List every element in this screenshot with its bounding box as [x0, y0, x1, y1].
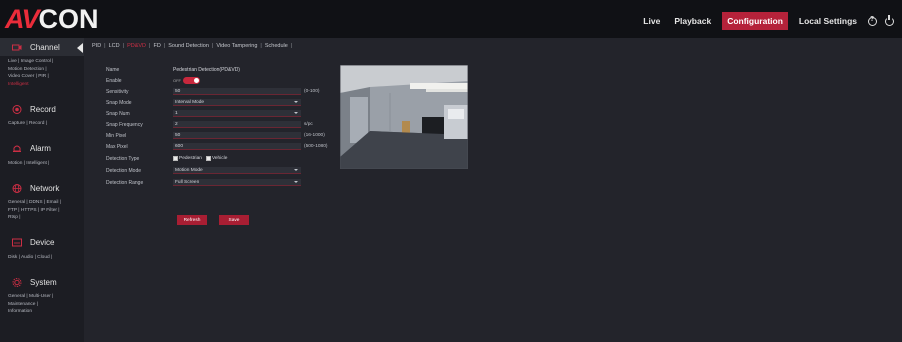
nav-configuration[interactable]: Configuration: [722, 12, 788, 30]
sidebar: Channel Live | Image Control | Motion De…: [0, 38, 84, 342]
sidebar-link[interactable]: Motion Detection |: [8, 66, 76, 74]
device-icon: [12, 238, 22, 247]
sidebar-link[interactable]: General | DDNS | Email |: [8, 199, 76, 207]
enable-off-text: OFF: [173, 78, 181, 83]
max-pixel-range: (500-1080): [304, 144, 328, 149]
collapse-sidebar-icon[interactable]: [77, 43, 83, 53]
tab-video-tampering[interactable]: Video Tampering: [216, 43, 257, 49]
tab-pid[interactable]: PID: [92, 43, 101, 49]
min-pixel-label: Min Pixel: [106, 132, 127, 139]
row-detection-range: Detection Range Full Screen: [106, 178, 406, 187]
record-icon: [12, 104, 22, 114]
logo-con-text: CON: [38, 3, 99, 34]
snap-num-select[interactable]: 1: [173, 110, 301, 117]
snap-mode-label: Snap Mode: [106, 99, 132, 106]
alarm-icon: [13, 145, 21, 152]
nav-playback[interactable]: Playback: [671, 13, 714, 29]
main-nav: Live Playback Configuration Local Settin…: [640, 11, 894, 31]
tab-bar: PID | LCD | PD&VD | FD | Sound Detection | Vi…: [92, 43, 293, 49]
min-pixel-range: (16-1000): [304, 133, 325, 138]
sidebar-link[interactable]: Motion | Intelligent |: [8, 160, 76, 168]
sidebar-section-title: Channel: [30, 42, 60, 52]
sidebar-section-network[interactable]: Network: [0, 179, 84, 197]
tab-fd[interactable]: FD: [153, 43, 160, 49]
nav-live[interactable]: Live: [640, 13, 663, 29]
tab-pdvd[interactable]: PD&VD: [127, 43, 146, 49]
sidebar-link[interactable]: Rtsp |: [8, 214, 76, 222]
system-icon: [12, 277, 22, 287]
sidebar-section-record[interactable]: Record: [0, 100, 84, 118]
tab-sound-detection[interactable]: Sound Detection: [168, 43, 209, 49]
network-icon: [12, 183, 22, 193]
sidebar-link[interactable]: General | Multi-User |: [8, 293, 76, 301]
sidebar-links-channel: Live | Image Control | Motion Detection …: [0, 56, 84, 92]
help-icon[interactable]: [868, 16, 877, 26]
sensitivity-input[interactable]: 50: [173, 88, 301, 95]
sidebar-link[interactable]: Capture | Record |: [8, 120, 76, 128]
detection-range-label: Detection Range: [106, 179, 144, 186]
enable-toggle[interactable]: [183, 77, 200, 84]
detection-mode-select[interactable]: Motion Mode: [173, 167, 301, 174]
snap-mode-select[interactable]: Interval Mode: [173, 99, 301, 106]
pedestrian-checkbox-label: Pedestrian: [179, 156, 202, 161]
snap-frequency-unit: s/pc: [304, 122, 313, 127]
snap-frequency-input[interactable]: 2: [173, 121, 301, 128]
snap-frequency-label: Snap Frequency: [106, 121, 143, 128]
sidebar-section-title: Network: [30, 183, 60, 193]
save-button[interactable]: Save: [219, 215, 249, 225]
sidebar-section-title: Device: [30, 238, 55, 247]
sidebar-section-title: Record: [30, 104, 56, 114]
pedestrian-checkbox[interactable]: Pedestrian: [173, 156, 202, 161]
sidebar-link-intelligent[interactable]: Intelligent: [8, 81, 76, 89]
sidebar-section-system[interactable]: System: [0, 273, 84, 291]
max-pixel-input[interactable]: 600: [173, 143, 301, 150]
sidebar-section-title: System: [30, 277, 57, 287]
sidebar-link[interactable]: Disk | Audio | Cloud |: [8, 254, 76, 262]
snap-num-label: Snap Num: [106, 110, 130, 117]
detection-type-label: Detection Type: [106, 155, 140, 162]
power-icon[interactable]: [885, 14, 894, 26]
sidebar-links-record: Capture | Record |: [0, 118, 84, 132]
sidebar-link[interactable]: FTP | HTTPS | IP Filter |: [8, 207, 76, 215]
sidebar-links-alarm: Motion | Intelligent |: [0, 158, 84, 172]
sidebar-link[interactable]: Live | Image Control |: [8, 58, 76, 66]
sidebar-section-device[interactable]: Device: [0, 234, 84, 252]
sensitivity-range: (0-100): [304, 89, 320, 94]
sidebar-section-title: Alarm: [30, 144, 51, 153]
main-panel: PID | LCD | PD&VD | FD | Sound Detection | Vi…: [84, 38, 902, 342]
detection-range-select[interactable]: Full Screen: [173, 179, 301, 186]
sidebar-links-device: Disk | Audio | Cloud |: [0, 252, 84, 266]
sidebar-link[interactable]: Information: [8, 308, 76, 316]
camera-preview-image: [340, 65, 468, 169]
max-pixel-label: Max Pixel: [106, 143, 128, 150]
logo-av-text: AV: [5, 3, 40, 34]
tab-schedule[interactable]: Schedule: [265, 43, 288, 49]
sidebar-section-alarm[interactable]: Alarm: [0, 140, 84, 158]
min-pixel-input[interactable]: 50: [173, 132, 301, 139]
sensitivity-label: Sensitivity: [106, 88, 129, 95]
tab-lcd[interactable]: LCD: [109, 43, 120, 49]
sidebar-section-channel[interactable]: Channel: [0, 38, 84, 56]
camera-preview: [340, 65, 468, 169]
detection-mode-label: Detection Mode: [106, 167, 142, 174]
enable-label: Enable: [106, 77, 122, 84]
sidebar-links-network: General | DDNS | Email | FTP | HTTPS | I…: [0, 197, 84, 226]
vehicle-checkbox[interactable]: Vehicle: [205, 156, 228, 161]
sidebar-links-system: General | Multi-User | Maintenance | Inf…: [0, 291, 84, 320]
camera-icon: [12, 44, 22, 50]
nav-local-settings[interactable]: Local Settings: [796, 13, 860, 29]
brand-logo: AV CON: [5, 4, 99, 34]
sidebar-link[interactable]: Maintenance |: [8, 301, 76, 309]
name-label: Name: [106, 66, 120, 73]
name-value: Pedestrian Detection(PD&VD): [173, 66, 240, 73]
sidebar-link[interactable]: Video Cover | PIR |: [8, 73, 76, 81]
vehicle-checkbox-label: Vehicle: [211, 156, 228, 161]
refresh-button[interactable]: Refresh: [177, 215, 207, 225]
top-bar: AV CON Live Playback Configuration Local…: [0, 0, 902, 38]
